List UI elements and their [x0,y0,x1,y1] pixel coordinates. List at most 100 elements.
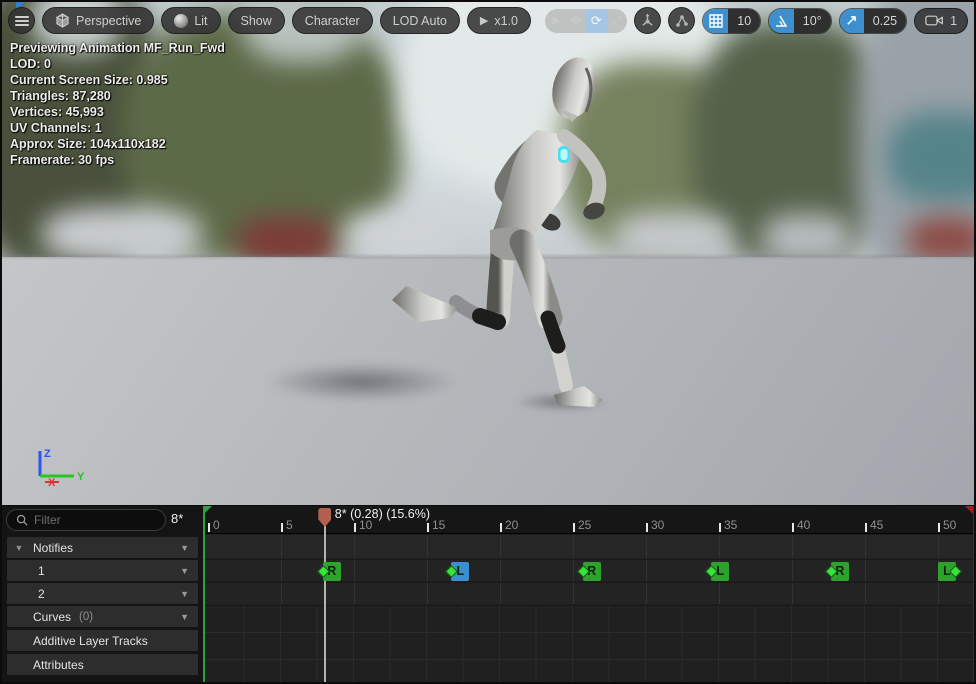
filter-box[interactable] [6,509,166,531]
stat-line: Vertices: 45,993 [10,104,225,120]
track-menu-icon[interactable]: ▼ [180,543,189,553]
grid-snap-icon[interactable] [703,9,728,33]
backdrop-cars [42,207,202,262]
coordinate-system-button[interactable] [634,7,661,34]
ruler-tick [427,523,429,532]
timeline-grid-area[interactable] [203,605,974,682]
track-menu-icon[interactable]: ▼ [180,612,189,622]
angle-snap-value[interactable]: 10° [794,9,831,33]
notify-marker-r[interactable]: R [827,561,849,581]
playback-speed-button[interactable]: ▶ x1.0 [467,7,531,34]
ruler-tick-label: 40 [797,518,810,532]
stat-line: Current Screen Size: 0.985 [10,72,225,88]
notify-track-2-lane[interactable] [203,582,974,604]
current-frame-display: 8* [171,511,183,526]
camera-icon [925,14,944,27]
backdrop-building-glass [887,112,974,202]
scale-snap-icon[interactable] [840,9,864,33]
preview-character-mannequin[interactable] [372,50,622,410]
ruler-tick-label: 5 [286,518,293,532]
filter-row: 8* [2,506,203,534]
notify-marker-r[interactable]: R [319,561,341,581]
camera-speed-control[interactable]: 1 [914,8,968,34]
timeline-area[interactable]: RLRLRL 05101520253035404550 8* (0.28) (1… [203,506,974,682]
notify-marker-l[interactable]: L [447,561,469,581]
curves-count: (0) [79,611,93,623]
notify-marker-l[interactable]: L [938,561,960,581]
stat-line: Triangles: 87,280 [10,88,225,104]
character-button[interactable]: Character [292,7,373,34]
search-icon [16,514,28,526]
stat-line: UV Channels: 1 [10,120,225,136]
filter-input[interactable] [34,513,144,527]
range-end-flag [965,506,973,514]
perspective-label: Perspective [76,14,141,28]
lit-sphere-icon [174,14,188,28]
stat-line: LOD: 0 [10,56,225,72]
angle-snap-icon[interactable] [769,9,794,33]
track-label: Curves [33,610,71,624]
track-menu-icon[interactable]: ▼ [180,566,189,576]
viewport-menu-button[interactable] [8,7,35,34]
camera-speed-value: 1 [950,14,957,28]
stat-line: Previewing Animation MF_Run_Fwd [10,40,225,56]
track-list: 8* ▼ Notifies ▼ 1 ▼ 2 ▼ Curves (0) ▼ Add… [2,506,203,682]
constellation-icon [674,13,690,29]
ruler-tick [354,523,356,532]
scale-snap-control[interactable]: 0.25 [839,8,907,34]
ruler-tick [208,523,210,532]
track-row-additive-layer-tracks[interactable]: Additive Layer Tracks [7,630,198,651]
lod-auto-button[interactable]: LOD Auto [380,7,460,34]
grid-snap-control[interactable]: 10 [702,8,761,34]
character-back-foot [392,286,458,322]
ruler-tick-label: 35 [724,518,737,532]
move-tool-button[interactable]: ✥ [566,9,587,33]
range-start-flag [205,506,212,513]
track-row-notify-2[interactable]: 2 ▼ [7,583,198,604]
ruler-tick [719,523,721,532]
rotate-tool-button[interactable]: ⟳ [586,9,607,33]
expander-icon[interactable]: ▼ [7,543,31,553]
ruler-tick-label: 20 [505,518,518,532]
angle-snap-control[interactable]: 10° [768,8,832,34]
grid-snap-value[interactable]: 10 [728,9,760,33]
notify-marker-r[interactable]: R [579,561,601,581]
track-row-curves[interactable]: Curves (0) ▼ [7,606,198,627]
ruler-tick-label: 30 [651,518,664,532]
character-front-thigh [522,242,550,318]
track-row-attributes[interactable]: Attributes [7,654,198,675]
scale-snap-value[interactable]: 0.25 [864,9,906,33]
track-label: Additive Layer Tracks [33,634,148,648]
world-axes-icon [640,13,655,28]
ruler-tick [865,523,867,532]
select-tool-button[interactable]: ➤ [545,9,566,33]
show-button[interactable]: Show [228,7,285,34]
lod-label: LOD Auto [393,14,447,28]
track-row-notifies[interactable]: ▼ Notifies ▼ [7,537,198,558]
stat-line: Approx Size: 104x110x182 [10,136,225,152]
hamburger-icon [15,16,29,26]
playhead-label: 8* (0.28) (15.6%) [335,507,430,521]
relative-transform-button[interactable] [668,7,695,34]
notify-track-1-lane[interactable]: RLRLRL [203,559,974,581]
show-label: Show [241,14,272,28]
notify-marker-l[interactable]: L [707,561,729,581]
axis-gizmo: Z Y X [32,446,88,488]
perspective-button[interactable]: Perspective [42,7,154,34]
track-row-notify-1[interactable]: 1 ▼ [7,560,198,581]
ruler-tick-label: 50 [943,518,956,532]
notifies-header-lane[interactable] [203,535,974,558]
scale-tool-button[interactable]: ⤢ [607,9,628,33]
anim-timeline-panel: 8* ▼ Notifies ▼ 1 ▼ 2 ▼ Curves (0) ▼ Add… [2,506,974,682]
track-menu-icon[interactable]: ▼ [180,589,189,599]
range-start-marker[interactable] [203,506,205,682]
character-near-hand [581,200,607,223]
track-label: 2 [38,587,45,601]
preview-viewport[interactable]: Previewing Animation MF_Run_Fwd LOD: 0 C… [2,2,974,505]
ruler-tick-label: 25 [578,518,591,532]
range-end-marker[interactable] [973,506,975,682]
cube-icon [55,13,70,28]
lit-mode-button[interactable]: Lit [161,7,220,34]
axis-y-label: Y [77,471,85,483]
playhead-line[interactable] [324,525,326,682]
